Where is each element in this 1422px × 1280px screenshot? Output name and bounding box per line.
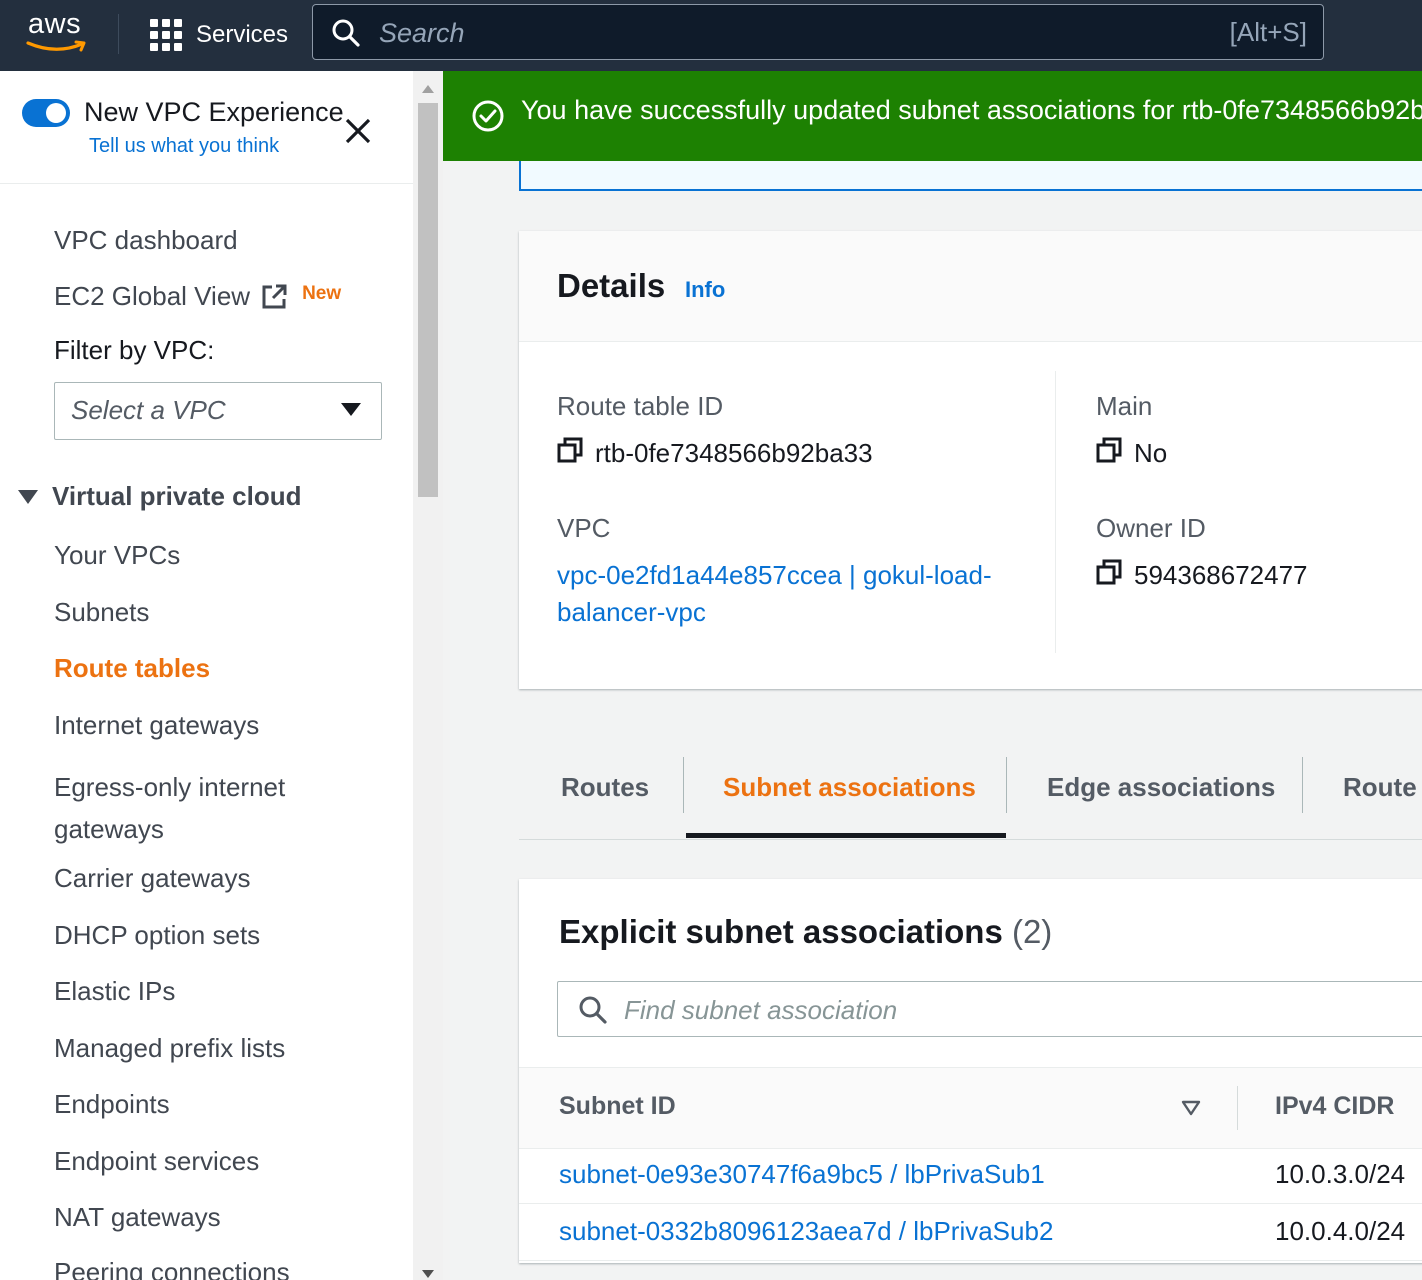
subnet-link[interactable]: subnet-0332b8096123aea7d / lbPrivaSub2 bbox=[559, 1216, 1053, 1247]
owner-id-label: Owner ID bbox=[1096, 513, 1206, 543]
associations-title-text: Explicit subnet associations bbox=[559, 913, 1003, 950]
success-check-icon bbox=[472, 100, 504, 132]
tab-edge-associations[interactable]: Edge associations bbox=[1047, 757, 1275, 817]
close-icon[interactable] bbox=[344, 117, 372, 145]
main-value: No bbox=[1096, 437, 1167, 470]
search-input[interactable] bbox=[377, 15, 1181, 51]
search-icon bbox=[332, 19, 360, 47]
sidebar-item-your-vpcs[interactable]: Your VPCs bbox=[54, 540, 180, 571]
main-value-text: No bbox=[1134, 438, 1168, 468]
copy-icon[interactable] bbox=[557, 437, 583, 470]
flash-message: You have successfully updated subnet ass… bbox=[521, 95, 1422, 125]
vpc-label: VPC bbox=[557, 513, 611, 543]
toggle-title: New VPC Experience bbox=[84, 97, 344, 127]
sidebar-item-endpoints[interactable]: Endpoints bbox=[54, 1089, 170, 1120]
owner-id-value: 594368672477 bbox=[1096, 559, 1308, 592]
table-header: Subnet ID IPv4 CIDR bbox=[519, 1067, 1422, 1149]
sidebar-item-carrier-gateways[interactable]: Carrier gateways bbox=[54, 863, 251, 894]
scroll-up-arrow-icon[interactable] bbox=[422, 85, 434, 93]
details-title: Details bbox=[557, 267, 666, 304]
find-subnet-association-input[interactable] bbox=[622, 992, 1326, 1028]
column-divider bbox=[1055, 371, 1056, 653]
services-label: Services bbox=[196, 21, 289, 48]
owner-id-text: 594368672477 bbox=[1134, 560, 1308, 590]
column-divider[interactable] bbox=[1237, 1086, 1238, 1130]
collapse-triangle-icon bbox=[18, 489, 38, 504]
section-title: Virtual private cloud bbox=[52, 481, 302, 511]
external-link-icon bbox=[262, 284, 287, 308]
tab-separator bbox=[1006, 757, 1007, 813]
ipv4-cidr-cell: 10.0.3.0/24 bbox=[1275, 1159, 1406, 1189]
sidebar-item-endpoint-services[interactable]: Endpoint services bbox=[54, 1146, 259, 1177]
active-tab-indicator bbox=[686, 833, 1006, 838]
tab-route-propagation[interactable]: Route bbox=[1343, 757, 1417, 817]
table-row: subnet-0332b8096123aea7d / lbPrivaSub2 1… bbox=[519, 1204, 1422, 1261]
tab-separator bbox=[1302, 757, 1303, 813]
caret-down-icon bbox=[341, 403, 361, 416]
scroll-down-arrow-icon[interactable] bbox=[422, 1270, 434, 1278]
sidebar-item-elastic-ips[interactable]: Elastic IPs bbox=[54, 976, 175, 1007]
sidebar-item-dhcp-option-sets[interactable]: DHCP option sets bbox=[54, 920, 260, 951]
associations-count: (2) bbox=[1011, 913, 1053, 950]
find-subnet-association-field[interactable] bbox=[557, 981, 1422, 1037]
services-menu-button[interactable]: Services bbox=[150, 16, 288, 54]
sidebar-item-subnets[interactable]: Subnets bbox=[54, 597, 149, 628]
sidebar-item-ec2-global-view[interactable]: EC2 Global View New bbox=[54, 281, 341, 312]
search-icon bbox=[579, 996, 607, 1024]
main-content: You have successfully updated subnet ass… bbox=[443, 71, 1422, 1280]
column-header-subnet-id[interactable]: Subnet ID bbox=[559, 1092, 676, 1121]
filter-by-vpc-label: Filter by VPC: bbox=[54, 335, 215, 365]
new-experience-panel: New VPC Experience Tell us what you thin… bbox=[0, 71, 413, 184]
sidebar-item-peering-connections[interactable]: Peering connections bbox=[54, 1257, 290, 1280]
aws-logo[interactable]: aws bbox=[26, 8, 90, 58]
ipv4-cidr-cell: 10.0.4.0/24 bbox=[1275, 1216, 1406, 1246]
sidebar-item-nat-gateways[interactable]: NAT gateways bbox=[54, 1202, 221, 1233]
route-table-id-value: rtb-0fe7348566b92ba33 bbox=[557, 437, 873, 470]
table-row: subnet-0e93e30747f6a9bc5 / lbPrivaSub1 1… bbox=[519, 1147, 1422, 1204]
tab-separator bbox=[683, 757, 684, 813]
sidebar-item-label: EC2 Global View bbox=[54, 281, 251, 311]
column-header-ipv4-cidr[interactable]: IPv4 CIDR bbox=[1275, 1092, 1394, 1121]
aws-smile-icon bbox=[26, 40, 86, 52]
section-virtual-private-cloud[interactable]: Virtual private cloud bbox=[18, 481, 301, 512]
copy-icon[interactable] bbox=[1096, 559, 1122, 592]
search-shortcut-hint: [Alt+S] bbox=[1229, 17, 1307, 47]
details-panel: Details Info Route table ID rtb-0fe73485… bbox=[519, 231, 1422, 689]
nav-divider bbox=[118, 14, 119, 54]
scrollbar-thumb[interactable] bbox=[418, 103, 438, 497]
sidebar-item-vpc-dashboard[interactable]: VPC dashboard bbox=[54, 225, 238, 256]
sidebar: New VPC Experience Tell us what you thin… bbox=[0, 71, 413, 1280]
main-label: Main bbox=[1096, 391, 1153, 421]
sidebar-item-egress-only-internet-gateways[interactable]: Egress-only internet gateways bbox=[54, 766, 324, 850]
global-search[interactable]: [Alt+S] bbox=[312, 4, 1324, 60]
associations-title: Explicit subnet associations (2) bbox=[559, 913, 1052, 951]
explicit-subnet-associations-panel: Explicit subnet associations (2) Subnet … bbox=[519, 879, 1422, 1263]
feedback-link[interactable]: Tell us what you think bbox=[89, 135, 279, 158]
vpc-link[interactable]: vpc-0e2fd1a44e857ccea | gokul-load-balan… bbox=[557, 557, 1027, 631]
success-flash-banner: You have successfully updated subnet ass… bbox=[443, 71, 1422, 161]
top-navigation: aws Services [Alt+S] bbox=[0, 0, 1422, 71]
tab-subnet-associations[interactable]: Subnet associations bbox=[723, 757, 976, 817]
grid-icon bbox=[150, 19, 182, 51]
vpc-filter-placeholder: Select a VPC bbox=[71, 395, 226, 425]
route-table-id-text: rtb-0fe7348566b92ba33 bbox=[595, 438, 873, 468]
subnet-link[interactable]: subnet-0e93e30747f6a9bc5 / lbPrivaSub1 bbox=[559, 1159, 1045, 1190]
new-experience-toggle[interactable] bbox=[22, 99, 70, 127]
route-table-id-label: Route table ID bbox=[557, 391, 724, 421]
sidebar-scrollbar[interactable] bbox=[413, 71, 443, 1280]
new-badge: New bbox=[302, 282, 342, 304]
sort-descending-icon[interactable] bbox=[1181, 1100, 1201, 1116]
info-link[interactable]: Info bbox=[685, 277, 725, 303]
sidebar-item-managed-prefix-lists[interactable]: Managed prefix lists bbox=[54, 1033, 285, 1064]
sidebar-item-route-tables[interactable]: Route tables bbox=[54, 653, 210, 684]
vpc-filter-select[interactable]: Select a VPC bbox=[54, 382, 382, 440]
details-header: Details Info bbox=[519, 231, 1422, 342]
sidebar-item-internet-gateways[interactable]: Internet gateways bbox=[54, 710, 259, 741]
route-table-tabs: Routes Subnet associations Edge associat… bbox=[519, 731, 1422, 840]
copy-icon[interactable] bbox=[1096, 437, 1122, 470]
tab-routes[interactable]: Routes bbox=[561, 757, 649, 817]
